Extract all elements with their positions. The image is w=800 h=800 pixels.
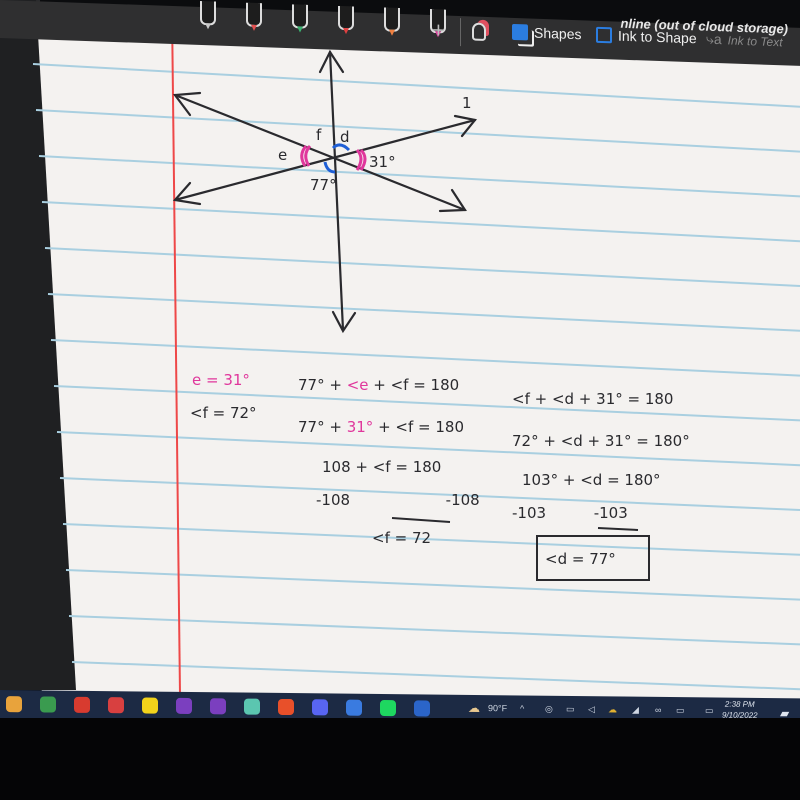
work-f-value: <f = 72° (190, 404, 257, 422)
show-hidden-icons[interactable]: ^ (520, 703, 524, 713)
ruled-line (47, 293, 800, 332)
pen-1-button[interactable] (200, 0, 216, 26)
work-mid-line-1: 77° + <e + <f = 180 (298, 376, 459, 394)
weather-icon[interactable]: ☁ (468, 701, 480, 715)
clock-time: 2:38 PM (724, 699, 755, 709)
add-pen-button[interactable]: + (432, 17, 445, 43)
work-right-line-1: <f + <d + 31° = 180 (512, 390, 673, 408)
microsoft-store-taskbar-icon[interactable] (6, 696, 22, 713)
ruled-line (38, 155, 800, 198)
pen-black-red-button[interactable] (338, 5, 354, 31)
angle-e-arc-2 (304, 145, 312, 167)
ruled-line (41, 201, 800, 243)
ink-to-text-icon: ⤷a (706, 30, 722, 48)
battery-app-icon[interactable]: ▭ (566, 704, 575, 715)
weather-temp[interactable]: 90°F (488, 703, 507, 713)
touch-draw-icon (472, 22, 486, 41)
shapes-label: Shapes (534, 24, 582, 43)
work-mid-line-4: -108 -108 (316, 491, 480, 509)
onedrive-icon[interactable]: ☁ (608, 704, 617, 715)
ruled-lines (29, 17, 800, 691)
office-taskbar-icon[interactable] (74, 696, 90, 713)
work-mid-line-2: 77° + 31° + <f = 180 (298, 418, 464, 436)
onenote-2-taskbar-icon[interactable] (210, 698, 226, 715)
canvas[interactable]: e f d 31° 77° 1 e = 31° <f = 72° 77° + <… (0, 0, 800, 700)
display-icon[interactable]: ▭ (705, 705, 714, 716)
answer-d: <d = 77° (545, 550, 616, 568)
shapes-button[interactable]: Shapes (512, 23, 582, 43)
label-f: f (316, 126, 322, 144)
work-right-line-3: 103° + <d = 180° (522, 471, 661, 489)
pen-red-button[interactable] (246, 2, 262, 28)
pen-black-orange-button[interactable] (384, 7, 400, 32)
work-right-line-4: -103 -103 (512, 504, 628, 522)
ruled-line (35, 109, 800, 153)
spotify-taskbar-icon[interactable] (380, 699, 396, 717)
acrobat-taskbar-icon[interactable] (108, 697, 124, 714)
work-right-underline (597, 527, 639, 531)
ink-to-text-label: Ink to Text (727, 32, 783, 49)
wifi-icon[interactable]: ◢ (632, 705, 639, 716)
onenote-1-taskbar-icon[interactable] (176, 697, 192, 715)
work-mid-result: <f = 72 (372, 529, 431, 547)
toolbar-divider (460, 18, 461, 47)
arrowhead-down (331, 310, 357, 334)
work-e-value: e = 31° (192, 371, 250, 389)
ruled-line (65, 569, 800, 601)
ink-to-shape-icon (596, 26, 612, 44)
ruled-line (50, 339, 800, 377)
link-icon[interactable]: ∞ (655, 705, 661, 715)
ink-to-text-button[interactable]: ⤷a Ink to Text (706, 31, 783, 51)
speaker-icon[interactable]: ◁ (588, 704, 595, 715)
keyboard-icon[interactable]: ▭ (676, 705, 685, 716)
shapes-icon (512, 23, 528, 41)
ruled-line (44, 247, 800, 287)
work-mid-underline (391, 517, 451, 523)
label-line-1: 1 (462, 94, 472, 112)
label-e: e (278, 146, 287, 164)
margin-line (171, 11, 181, 696)
work-mid-line-3: 108 + <f = 180 (322, 458, 441, 476)
meet-icon[interactable]: ◎ (545, 704, 553, 715)
label-77: 77° (310, 176, 337, 194)
ruled-line (62, 523, 800, 556)
ruled-line (32, 63, 800, 108)
work-right-line-2: 72° + <d + 31° = 180° (512, 432, 690, 450)
monitor-bezel (0, 718, 800, 800)
discord-taskbar-icon[interactable] (312, 699, 328, 716)
label-31: 31° (369, 153, 396, 171)
word-taskbar-icon[interactable] (414, 700, 430, 717)
ink-to-shape-label: Ink to Shape (618, 27, 697, 47)
ink-to-shape-button[interactable]: Ink to Shape (596, 26, 697, 47)
pen-green-button[interactable] (292, 4, 308, 29)
angle-31-arc (355, 148, 363, 171)
origin-taskbar-icon[interactable] (278, 698, 294, 716)
ruled-line (71, 661, 800, 691)
touch-draw-button[interactable] (472, 22, 486, 41)
chrome-taskbar-icon[interactable] (40, 696, 56, 713)
app-teal-taskbar-icon[interactable] (244, 698, 260, 715)
pacman-game-taskbar-icon[interactable] (142, 697, 158, 714)
label-d: d (340, 128, 350, 146)
app-blue-taskbar-icon[interactable] (346, 699, 362, 716)
